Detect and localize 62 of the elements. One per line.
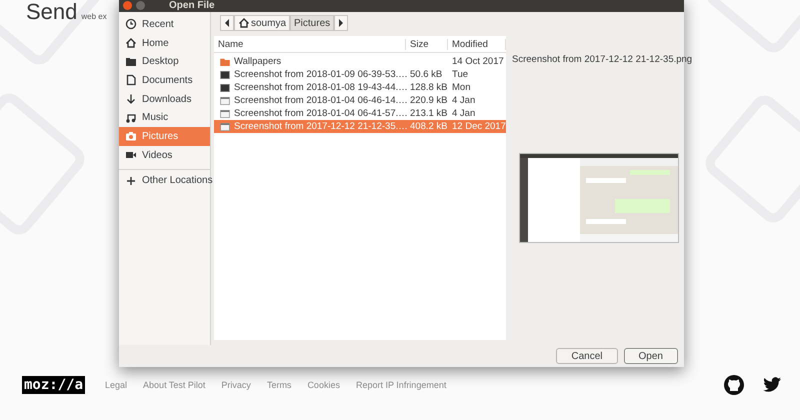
file-name: Screenshot from 2018-01-04 06-46-14.… — [234, 95, 408, 106]
sidebar-item[interactable]: Recent — [119, 15, 210, 34]
window-title: Open File — [169, 0, 215, 11]
desktop-icon — [125, 56, 137, 68]
github-icon[interactable] — [724, 375, 744, 395]
path-button[interactable]: soumya — [234, 15, 290, 31]
open-button[interactable]: Open — [624, 348, 678, 364]
footer-logo: moz://a — [22, 376, 86, 394]
app-tagline: web ex — [81, 12, 107, 23]
app-logo: Send — [26, 0, 78, 24]
column-header[interactable]: Size — [406, 38, 448, 50]
file-modified: 12 Dec 2017 — [452, 121, 506, 132]
recent-icon — [125, 18, 137, 30]
column-header[interactable]: Name — [214, 38, 406, 50]
file-row[interactable]: Screenshot from 2018-01-04 06-41-57.… 213.1 kB 4 Jan — [214, 107, 506, 120]
folder-icon — [220, 58, 230, 66]
file-modified: 14 Oct 2017 — [452, 56, 504, 67]
file-name: Screenshot from 2018-01-08 19-43-44.… — [234, 82, 408, 93]
file-name: Screenshot from 2018-01-04 06-41-57.… — [234, 108, 408, 119]
file-modified: 4 Jan — [452, 95, 476, 106]
file-name: Screenshot from 2017-12-12 21-12-35.… — [234, 121, 408, 132]
file-size: 50.6 kB — [410, 69, 442, 80]
sidebar-item[interactable]: Home — [119, 34, 210, 52]
sidebar-item[interactable]: Downloads — [119, 90, 210, 108]
home-icon — [238, 17, 250, 29]
sidebar-item[interactable]: Desktop — [119, 52, 210, 72]
forward-arrow-button[interactable] — [334, 15, 348, 31]
file-size: 213.1 kB — [410, 108, 448, 119]
file-modified: Mon — [452, 82, 470, 93]
file-name: Screenshot from 2018-01-09 06-39-53.… — [234, 69, 408, 80]
sidebar-item[interactable]: Other Locations — [119, 168, 210, 192]
image-file-icon — [220, 96, 230, 104]
file-size: 128.8 kB — [410, 82, 448, 93]
document-icon — [125, 74, 137, 86]
column-header[interactable]: Modified — [448, 38, 506, 50]
file-modified: 4 Jan — [452, 108, 476, 119]
home-icon — [125, 37, 137, 50]
camera-icon — [125, 130, 137, 142]
file-size: 220.9 kB — [410, 95, 448, 106]
bird-icon[interactable] — [762, 375, 782, 395]
sidebar-item[interactable]: Music — [119, 108, 210, 128]
file-size: 408.2 kB — [410, 121, 448, 132]
back-arrow-button[interactable] — [220, 15, 234, 31]
download-icon — [125, 93, 137, 106]
image-file-icon — [220, 110, 230, 118]
plus-icon — [125, 174, 137, 186]
path-button[interactable]: Pictures — [290, 15, 334, 31]
file-row[interactable]: Wallpapers 14 Oct 2017 — [214, 55, 506, 68]
file-row[interactable]: Screenshot from 2018-01-09 06-39-53.… 50.6 kB Tue — [214, 68, 506, 81]
left-arrow-icon — [224, 19, 230, 27]
cancel-button[interactable]: Cancel — [556, 348, 618, 364]
image-file-icon — [220, 122, 230, 130]
sidebar-item[interactable]: Documents — [119, 71, 210, 90]
file-name: Wallpapers — [234, 56, 282, 67]
sidebar-item[interactable]: Videos — [119, 146, 210, 164]
right-arrow-icon — [338, 19, 344, 27]
file-row[interactable]: Screenshot from 2018-01-04 06-46-14.… 220.9 kB 4 Jan — [214, 94, 506, 107]
music-icon — [125, 112, 137, 124]
preview-filename: Screenshot from 2017-12-12 21-12-35.png — [511, 54, 692, 65]
close-button[interactable] — [123, 1, 132, 10]
file-row[interactable]: Screenshot from 2018-01-08 19-43-44.… 128.8 kB Mon — [214, 81, 506, 94]
file-modified: Tue — [452, 69, 468, 80]
